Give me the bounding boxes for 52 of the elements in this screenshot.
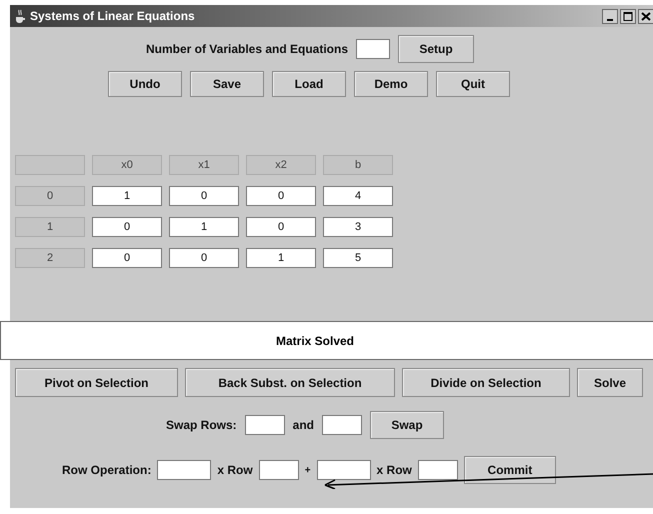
toolbar-button[interactable]: Quit <box>436 71 510 97</box>
column-header: x2 <box>246 155 316 175</box>
matrix-cell[interactable]: 5 <box>323 248 393 268</box>
column-header: x1 <box>169 155 239 175</box>
matrix-cell[interactable]: 3 <box>323 217 393 237</box>
x-row-label: x Row <box>217 463 253 477</box>
row-field[interactable] <box>258 460 299 480</box>
cup-icon <box>14 9 26 23</box>
toolbar-button[interactable]: Save <box>190 71 264 97</box>
swap-row-field[interactable] <box>244 415 285 435</box>
commit-button[interactable]: Commit <box>464 456 556 484</box>
matrix-cell[interactable]: 0 <box>92 217 162 237</box>
corner-cell <box>15 155 85 175</box>
variables-field[interactable] <box>356 39 390 59</box>
setup-button[interactable]: Setup <box>398 35 474 63</box>
and-label: and <box>292 418 314 432</box>
matrix-cell[interactable]: 1 <box>92 186 162 206</box>
matrix-cell[interactable]: 0 <box>169 186 239 206</box>
multiplier-field[interactable] <box>316 460 371 480</box>
matrix-cell[interactable]: 1 <box>246 248 316 268</box>
row-header: 2 <box>15 248 85 268</box>
matrix-cell[interactable]: 1 <box>169 217 239 237</box>
action-button[interactable]: Pivot on Selection <box>15 368 178 397</box>
column-header: b <box>323 155 393 175</box>
minimize-button[interactable] <box>602 8 618 24</box>
matrix-cell[interactable]: 0 <box>169 248 239 268</box>
action-button[interactable]: Back Subst. on Selection <box>185 368 395 397</box>
plus-label: + <box>304 464 311 476</box>
row-header: 0 <box>15 186 85 206</box>
swap-button[interactable]: Swap <box>370 411 444 439</box>
x-row-label: x Row <box>376 463 412 477</box>
row-header: 1 <box>15 217 85 237</box>
swap-label: Swap Rows: <box>166 418 237 432</box>
status-message: Matrix Solved <box>0 321 653 360</box>
swap-row-field[interactable] <box>322 415 362 435</box>
maximize-button[interactable] <box>620 8 636 24</box>
row-field[interactable] <box>418 460 458 480</box>
toolbar-button[interactable]: Undo <box>108 71 182 97</box>
matrix-cell[interactable]: 0 <box>246 217 316 237</box>
column-header: x0 <box>92 155 162 175</box>
matrix-cell[interactable]: 4 <box>323 186 393 206</box>
toolbar-button[interactable]: Load <box>272 71 346 97</box>
variables-label: Number of Variables and Equations <box>146 42 348 56</box>
action-button[interactable]: Solve <box>577 368 643 397</box>
matrix-cell[interactable]: 0 <box>92 248 162 268</box>
toolbar-button[interactable]: Demo <box>354 71 428 97</box>
window-title: Systems of Linear Equations <box>30 9 196 23</box>
close-button[interactable] <box>638 8 653 24</box>
multiplier-field[interactable] <box>157 460 212 480</box>
matrix-cell[interactable]: 0 <box>246 186 316 206</box>
action-button[interactable]: Divide on Selection <box>402 368 570 397</box>
row-operation-label: Row Operation: <box>62 463 152 477</box>
